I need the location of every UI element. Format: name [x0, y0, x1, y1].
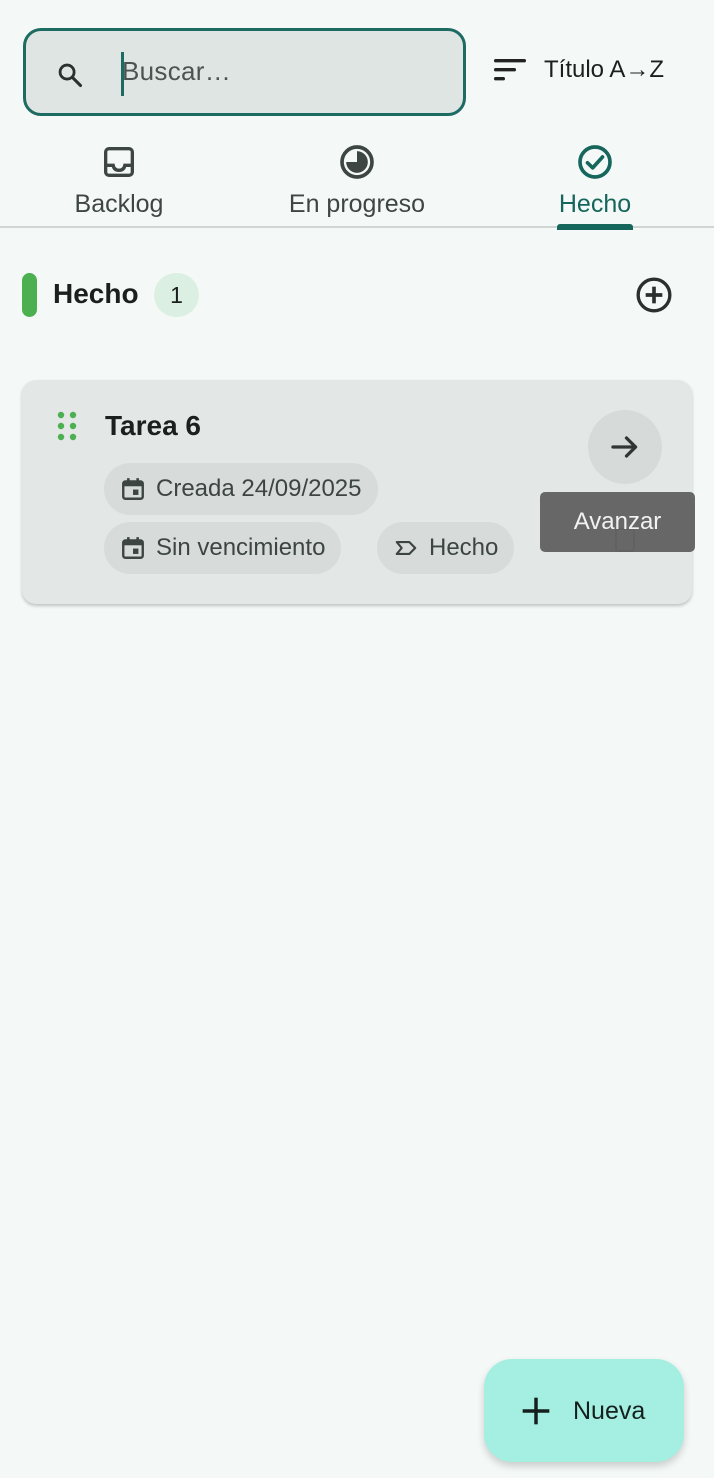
- sort-icon: [494, 59, 526, 81]
- column-count-badge: 1: [154, 273, 199, 317]
- progress-icon: [340, 145, 374, 179]
- due-date-label: Sin vencimiento: [156, 534, 326, 561]
- task-title: Tarea 6: [105, 410, 201, 441]
- created-date-chip: Creada 24/09/2025: [104, 463, 378, 515]
- text-cursor: [121, 52, 124, 96]
- tab-hecho[interactable]: Hecho: [476, 136, 714, 230]
- check-circle-icon: [578, 145, 612, 179]
- column-title: Hecho: [53, 278, 139, 309]
- new-task-button[interactable]: Nueva: [484, 1359, 684, 1462]
- app-root: Buscar… Título A→Z Backlog En progreso H…: [0, 0, 714, 1478]
- advance-button[interactable]: [588, 410, 662, 484]
- status-chip: Hecho: [377, 522, 515, 574]
- sort-label: Título A→Z: [544, 56, 665, 83]
- tab-en-progreso[interactable]: En progreso: [238, 136, 476, 228]
- tab-backlog[interactable]: Backlog: [0, 136, 238, 228]
- arrow-right-icon: [611, 436, 638, 458]
- search-icon: [58, 63, 83, 88]
- label-icon: [395, 540, 417, 556]
- column-color-bar: [22, 273, 37, 317]
- sort-button[interactable]: Título A→Z: [492, 50, 664, 90]
- search-input[interactable]: Buscar…: [122, 56, 231, 87]
- status-label: Hecho: [429, 534, 499, 561]
- status-tabs: Backlog En progreso Hecho: [0, 136, 714, 230]
- new-task-label: Nueva: [573, 1397, 646, 1425]
- search-field[interactable]: Buscar…: [23, 28, 466, 116]
- drag-handle-icon[interactable]: [56, 410, 78, 442]
- created-date-label: Creada 24/09/2025: [156, 475, 362, 502]
- calendar-icon: [122, 537, 144, 559]
- active-tab-indicator: [557, 224, 633, 230]
- tab-label: Hecho: [558, 190, 632, 218]
- due-date-chip: Sin vencimiento: [104, 522, 342, 574]
- plus-icon: [522, 1397, 550, 1425]
- advance-tooltip: Avanzar: [540, 492, 695, 552]
- column-header: Hecho 1: [22, 270, 692, 320]
- inbox-icon: [104, 147, 134, 177]
- add-circle-icon[interactable]: [634, 275, 674, 315]
- calendar-icon: [122, 478, 144, 500]
- tab-label: Backlog: [74, 190, 164, 218]
- tab-label: En progreso: [288, 190, 426, 218]
